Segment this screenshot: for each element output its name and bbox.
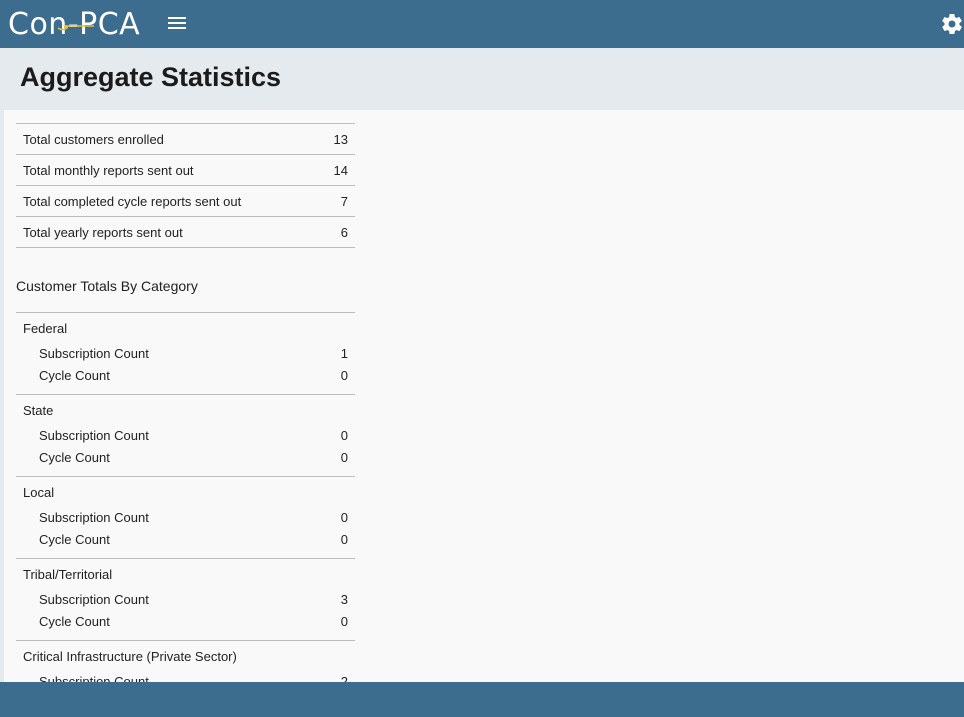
subscription-count-row: Subscription Count 0 xyxy=(16,425,355,447)
top-app-bar: Con-PCA xyxy=(0,0,964,48)
main-content: Total customers enrolled 13 Total monthl… xyxy=(4,110,964,682)
row-label: Subscription Count xyxy=(39,674,149,682)
logo-spark-icon xyxy=(57,25,94,31)
gear-icon[interactable] xyxy=(940,12,964,36)
row-label: Subscription Count xyxy=(39,510,149,525)
row-label: Cycle Count xyxy=(39,368,110,383)
cycle-count-row: Cycle Count 0 xyxy=(16,447,355,469)
stat-label: Total monthly reports sent out xyxy=(23,162,194,178)
category-local: Local Subscription Count 0 Cycle Count 0 xyxy=(16,477,355,559)
subscription-count-row: Subscription Count 1 xyxy=(16,343,355,365)
row-label: Subscription Count xyxy=(39,346,149,361)
stat-label: Total completed cycle reports sent out xyxy=(23,193,242,209)
category-name: Federal xyxy=(23,321,68,336)
subscription-count-row: Subscription Count 2 xyxy=(16,671,355,682)
stat-value: 13 xyxy=(333,131,348,147)
app-logo[interactable]: Con-PCA xyxy=(8,6,140,42)
stat-row-monthly-reports: Total monthly reports sent out 14 xyxy=(16,155,355,186)
stat-value: 6 xyxy=(340,224,348,240)
stats-list: Total customers enrolled 13 Total monthl… xyxy=(16,123,355,248)
category-tribal-territorial: Tribal/Territorial Subscription Count 3 … xyxy=(16,559,355,641)
subscription-count-row: Subscription Count 0 xyxy=(16,507,355,529)
cycle-count-row: Cycle Count 0 xyxy=(16,365,355,387)
category-list: Federal Subscription Count 1 Cycle Count… xyxy=(16,312,355,682)
stat-row-cycle-reports: Total completed cycle reports sent out 7 xyxy=(16,186,355,217)
stat-row-customers-enrolled: Total customers enrolled 13 xyxy=(16,124,355,155)
category-critical-infrastructure: Critical Infrastructure (Private Sector)… xyxy=(16,641,355,682)
category-federal: Federal Subscription Count 1 Cycle Count… xyxy=(16,313,355,395)
footer-bar xyxy=(0,682,964,717)
category-name: Local xyxy=(23,485,55,500)
subscription-count-row: Subscription Count 3 xyxy=(16,589,355,611)
row-value: 0 xyxy=(340,450,348,465)
row-label: Cycle Count xyxy=(39,532,110,547)
row-value: 0 xyxy=(340,428,348,443)
stat-label: Total customers enrolled xyxy=(23,131,164,147)
cycle-count-row: Cycle Count 0 xyxy=(16,529,355,551)
row-label: Cycle Count xyxy=(39,614,110,629)
stat-row-yearly-reports: Total yearly reports sent out 6 xyxy=(16,217,355,248)
row-value: 0 xyxy=(340,532,348,547)
page-header: Aggregate Statistics xyxy=(0,48,964,110)
row-value: 0 xyxy=(340,368,348,383)
row-value: 0 xyxy=(340,614,348,629)
stat-value: 14 xyxy=(333,162,348,178)
category-name: Tribal/Territorial xyxy=(23,567,113,582)
row-label: Cycle Count xyxy=(39,450,110,465)
cycle-count-row: Cycle Count 0 xyxy=(16,611,355,633)
category-name: Critical Infrastructure (Private Sector) xyxy=(23,649,237,664)
category-section-title: Customer Totals By Category xyxy=(16,278,198,294)
category-name: State xyxy=(23,403,54,418)
row-value: 0 xyxy=(340,510,348,525)
stat-value: 7 xyxy=(340,193,348,209)
page-title: Aggregate Statistics xyxy=(20,62,282,92)
hamburger-menu-icon[interactable] xyxy=(166,14,188,36)
category-state: State Subscription Count 0 Cycle Count 0 xyxy=(16,395,355,477)
row-value: 2 xyxy=(340,674,348,682)
row-value: 3 xyxy=(340,592,348,607)
row-label: Subscription Count xyxy=(39,428,149,443)
stat-label: Total yearly reports sent out xyxy=(23,224,183,240)
row-label: Subscription Count xyxy=(39,592,149,607)
row-value: 1 xyxy=(340,346,348,361)
